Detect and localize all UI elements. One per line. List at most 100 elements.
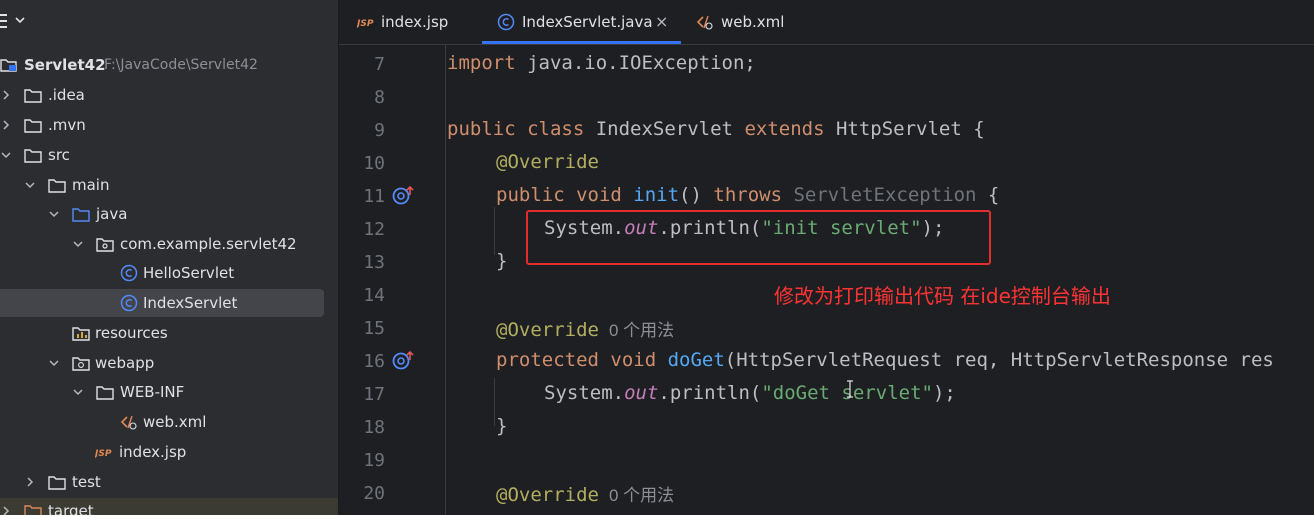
chevron-down-icon[interactable] [72,238,84,250]
java-class-icon [120,294,138,312]
code-text: public void init() throws ServletExcepti… [496,184,1000,206]
line-number: 7 [374,54,385,75]
chevron-right-icon[interactable] [0,89,12,101]
tree-item-test[interactable]: test [0,468,324,496]
source-folder-icon [72,208,90,222]
folder-icon [24,89,42,103]
line-number: 16 [363,351,385,372]
java-class-icon [497,13,515,31]
line-number: 18 [363,417,385,438]
project-view-icon[interactable] [0,12,10,30]
tree-item-idea[interactable]: .idea [0,81,324,109]
code-line: 10 @Override [339,147,1314,180]
tree-item-helloservlet[interactable]: HelloServlet [0,259,324,287]
tree-item-main[interactable]: main [0,171,324,199]
code-text: @Override 0 个用法 [496,319,675,341]
tab-label: IndexServlet.java [522,13,653,31]
chevron-down-icon[interactable] [14,14,26,26]
tree-item-package[interactable]: com.example.servlet42 [0,230,324,258]
resources-folder-icon [72,327,90,341]
web-folder-icon [72,357,90,371]
chevron-right-icon[interactable] [24,476,36,488]
folder-icon [48,476,66,490]
chevron-down-icon[interactable] [48,208,60,220]
code-text: System.out.println("doGet servlet"); [544,382,956,404]
code-text: @Override [496,151,599,173]
tree-item-target[interactable]: target [0,497,324,515]
excluded-folder-icon [24,505,42,515]
tree-item-label: src [48,146,70,164]
chevron-right-icon[interactable] [0,119,12,131]
code-line: 7 import java.io.IOException; [339,48,1314,81]
svg-text:JSP: JSP [357,19,374,29]
chevron-down-icon[interactable] [24,179,36,191]
implements-method-icon[interactable] [391,349,415,371]
folder-icon [48,179,66,193]
tree-item-web-inf[interactable]: WEB-INF [0,378,324,406]
tree-item-indexservlet[interactable]: IndexServlet [0,289,324,317]
tree-item-index-jsp[interactable]: JSP index.jsp [0,438,324,466]
tree-item-resources[interactable]: resources [0,319,324,347]
tree-item-label: .mvn [48,116,86,134]
tree-item-src[interactable]: src [0,141,324,169]
line-number: 12 [363,219,385,240]
code-editor[interactable]: 7 import java.io.IOException; 8 9 public… [339,45,1314,515]
code-line: 19 [339,444,1314,477]
xml-file-icon [120,415,137,430]
active-tab-indicator [482,41,681,44]
java-class-icon [120,264,138,282]
usage-hint[interactable]: 0 个用法 [609,486,674,505]
folder-icon [24,119,42,133]
tree-item-label: web.xml [143,413,207,431]
tree-item-label: java [96,205,128,223]
code-line: 18 } [339,411,1314,444]
usage-hint[interactable]: 0 个用法 [609,321,674,340]
jsp-file-icon: JSP [95,449,112,459]
line-number: 19 [363,450,385,471]
code-line: 16 protected void doGet(HttpServletReque… [339,345,1314,378]
tree-item-web-xml[interactable]: web.xml [0,408,324,436]
line-number: 17 [363,384,385,405]
code-text: @Override 0 个用法 [496,484,675,506]
code-text: public class IndexServlet extends HttpSe… [447,118,985,140]
implements-method-icon[interactable] [391,184,415,206]
code-text: } [496,250,508,272]
tree-item-java[interactable]: java [0,200,324,228]
highlight-box [526,210,991,265]
xml-file-icon [696,15,713,30]
text-cursor-icon [847,380,853,398]
chevron-down-icon[interactable] [0,149,12,161]
tree-item-label: resources [95,324,168,342]
code-line: 8 [339,81,1314,114]
tree-item-label: main [72,176,110,194]
code-text: import java.io.IOException; [447,52,756,74]
svg-text:JSP: JSP [95,449,112,459]
tree-item-label: com.example.servlet42 [120,235,297,253]
line-number: 20 [363,483,385,504]
chevron-down-icon[interactable] [72,386,84,398]
line-number: 14 [363,285,385,306]
tree-item-label: IndexServlet [143,294,238,312]
tab-index-jsp[interactable]: JSP index.jsp [339,0,479,44]
tree-item-webapp[interactable]: webapp [0,349,324,377]
project-path: F:\JavaCode\Servlet42 [104,57,258,73]
tab-label: web.xml [721,13,785,31]
package-icon [96,238,114,252]
code-line: 20 @Override 0 个用法 [339,477,1314,510]
line-number: 11 [363,186,385,207]
chevron-right-icon[interactable] [0,505,12,515]
line-number: 15 [363,318,385,339]
close-icon[interactable]: × [655,0,668,44]
code-line: 15 @Override 0 个用法 [339,312,1314,345]
editor-tab-bar: JSP index.jsp IndexServlet.java × web.xm… [339,0,1314,45]
module-folder-icon [0,59,17,72]
tree-item-label: HelloServlet [143,264,235,282]
tree-item-mvn[interactable]: .mvn [0,111,324,139]
chevron-down-icon[interactable] [48,357,60,369]
tab-indexservlet-java[interactable]: IndexServlet.java × [482,0,681,44]
tree-item-servlet42[interactable]: Servlet42 F:\JavaCode\Servlet42 [0,51,324,79]
project-panel: Servlet42 F:\JavaCode\Servlet42 .idea .m… [0,0,338,515]
tree-item-label: Servlet42 [24,56,106,74]
tab-web-xml[interactable]: web.xml [694,0,804,44]
code-line: 17 System.out.println("doGet servlet"); [339,378,1314,411]
